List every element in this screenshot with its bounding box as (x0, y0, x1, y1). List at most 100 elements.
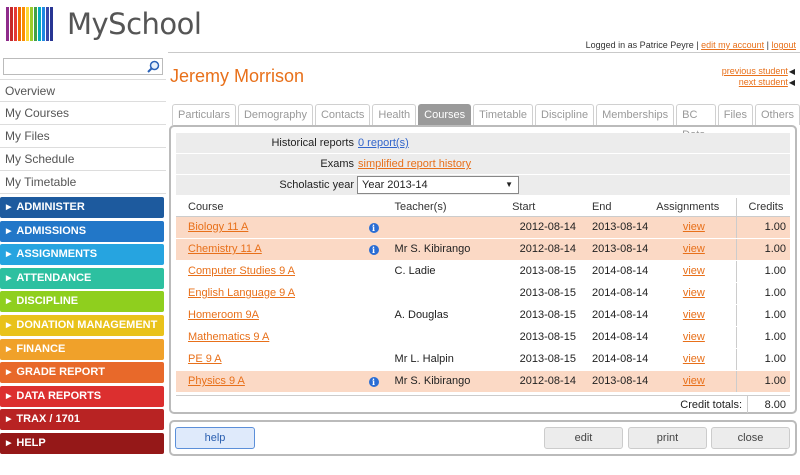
search-input[interactable] (4, 59, 142, 74)
logged-in-text: Logged in as Patrice Peyre | (585, 40, 699, 50)
logo-bar (10, 7, 13, 41)
credit-totals-value: 8.00 (764, 399, 786, 411)
end-date-cell: 2014-08-14 (579, 348, 653, 371)
view-assignments-link[interactable]: view (683, 375, 705, 387)
course-link[interactable]: PE 9 A (188, 353, 222, 365)
teacher-cell (382, 326, 501, 349)
tab-discipline[interactable]: Discipline (535, 104, 595, 125)
info-icon[interactable]: i (368, 222, 379, 233)
start-date-cell: 2013-08-15 (500, 348, 580, 371)
table-row: Chemistry 11 A i Mr S. Kibirango 2012-08-14… (176, 238, 790, 261)
course-link[interactable]: Physics 9 A (188, 375, 245, 387)
edit-account-link[interactable]: edit my account (701, 40, 764, 50)
logo-bars-icon (6, 7, 53, 41)
module-help[interactable]: ▶ HELP (0, 432, 164, 454)
table-row: PE 9 A Mr L. Halpin 2013-08-15 2014-08-14 vi… (176, 348, 790, 371)
tab-bc-data[interactable]: BC Data (676, 104, 716, 141)
search-icon[interactable] (147, 60, 160, 76)
view-assignments-link[interactable]: view (683, 243, 705, 255)
scholastic-year-select[interactable]: Year 2013-14 ▼ (357, 176, 519, 194)
end-date-cell: 2013-08-14 (579, 216, 653, 239)
logo-bar (18, 7, 21, 41)
print-button[interactable]: print (628, 427, 707, 449)
view-assignments-link[interactable]: view (683, 353, 705, 365)
course-link[interactable]: Mathematics 9 A (188, 331, 269, 343)
tab-timetable[interactable]: Timetable (473, 104, 534, 125)
course-link[interactable]: Homeroom 9A (188, 309, 259, 321)
end-date-cell: 2014-08-14 (579, 326, 653, 349)
end-date-cell: 2013-08-14 (579, 370, 653, 393)
historical-reports-link[interactable]: 0 report(s) (358, 137, 409, 149)
module-grade-report[interactable]: ▶ GRADE REPORT (0, 362, 164, 384)
historical-reports-row: Historical reports 0 report(s) (176, 133, 790, 153)
logo-bar (30, 7, 33, 41)
module-donation-management[interactable]: ▶ DONATION MANAGEMENT (0, 314, 164, 336)
tab-contacts[interactable]: Contacts (314, 104, 371, 125)
end-date-cell: 2014-08-14 (579, 304, 653, 327)
module-finance[interactable]: ▶ FINANCE (0, 338, 164, 360)
header-start[interactable]: Start (500, 198, 580, 217)
sidebar-item-my-courses[interactable]: My Courses (0, 102, 166, 125)
end-date-cell: 2014-08-14 (579, 282, 653, 305)
view-assignments-link[interactable]: view (683, 287, 705, 299)
module-label: ASSIGNMENTS (16, 248, 98, 261)
info-icon[interactable]: i (368, 376, 379, 387)
module-admissions[interactable]: ▶ ADMISSIONS (0, 220, 164, 242)
credit-totals-row: Credit totals: 8.00 (176, 395, 790, 413)
credits-cell: 1.00 (735, 216, 790, 239)
view-assignments-link[interactable]: view (683, 309, 705, 321)
header-teachers[interactable]: Teacher(s) (382, 198, 501, 217)
sidebar-item-overview[interactable]: Overview (0, 79, 166, 102)
previous-student-link[interactable]: previous student (722, 66, 788, 76)
close-button[interactable]: close (711, 427, 790, 449)
module-attendance[interactable]: ▶ ATTENDANCE (0, 267, 164, 289)
course-link[interactable]: Biology 11 A (188, 221, 248, 233)
header-course[interactable]: Course (176, 198, 383, 217)
courses-table: Course Teacher(s) Start End Assignments … (176, 198, 790, 393)
tab-others[interactable]: Others (754, 104, 800, 125)
course-link[interactable]: Computer Studies 9 A (188, 265, 295, 277)
app-logo[interactable]: MySchool (6, 5, 202, 43)
edit-button[interactable]: edit (544, 427, 623, 449)
sidebar-item-my-schedule[interactable]: My Schedule (0, 148, 166, 171)
triangle-right-icon: ▶ (6, 369, 12, 377)
logo-bar (50, 7, 53, 41)
exams-row: Exams simplified report history (176, 154, 790, 174)
teacher-cell (382, 282, 501, 305)
tab-courses[interactable]: Courses (418, 104, 472, 125)
exams-link[interactable]: simplified report history (358, 158, 471, 170)
module-discipline[interactable]: ▶ DISCIPLINE (0, 291, 164, 313)
course-link[interactable]: Chemistry 11 A (188, 243, 262, 255)
app-title: MySchool (67, 7, 202, 41)
tab-files[interactable]: Files (717, 104, 753, 125)
course-link[interactable]: English Language 9 A (188, 287, 295, 299)
triangle-right-icon: ▶ (6, 274, 12, 282)
start-date-cell: 2013-08-15 (500, 304, 580, 327)
tab-health[interactable]: Health (372, 104, 417, 125)
help-button[interactable]: help (175, 427, 255, 449)
credits-cell: 1.00 (735, 260, 790, 283)
module-trax-1701[interactable]: ▶ TRAX / 1701 (0, 409, 164, 431)
next-student-link[interactable]: next student (739, 77, 788, 87)
tab-demography[interactable]: Demography (237, 104, 313, 125)
module-administer[interactable]: ▶ ADMINISTER (0, 197, 164, 218)
header-end[interactable]: End (579, 198, 653, 217)
view-assignments-link[interactable]: view (683, 265, 705, 277)
tab-particulars[interactable]: Particulars (172, 104, 236, 125)
view-assignments-link[interactable]: view (683, 331, 705, 343)
view-assignments-link[interactable]: view (683, 221, 705, 233)
teacher-cell: Mr S. Kibirango (382, 238, 501, 261)
logout-link[interactable]: logout (771, 40, 796, 50)
sidebar-item-my-files[interactable]: My Files (0, 125, 166, 148)
module-assignments[interactable]: ▶ ASSIGNMENTS (0, 244, 164, 266)
table-row: English Language 9 A 2013-08-15 2014-08-14… (176, 282, 790, 305)
module-data-reports[interactable]: ▶ DATA REPORTS (0, 385, 164, 407)
logo-bar (26, 7, 29, 41)
triangle-right-icon: ▶ (6, 416, 12, 424)
logo-bar (46, 7, 49, 41)
sidebar-item-my-timetable[interactable]: My Timetable (0, 171, 166, 194)
info-icon[interactable]: i (368, 244, 379, 255)
tab-bar: Particulars Demography Contacts Health Cours… (172, 104, 800, 141)
userbar-separator: | (766, 40, 769, 50)
tab-memberships[interactable]: Memberships (596, 104, 675, 125)
